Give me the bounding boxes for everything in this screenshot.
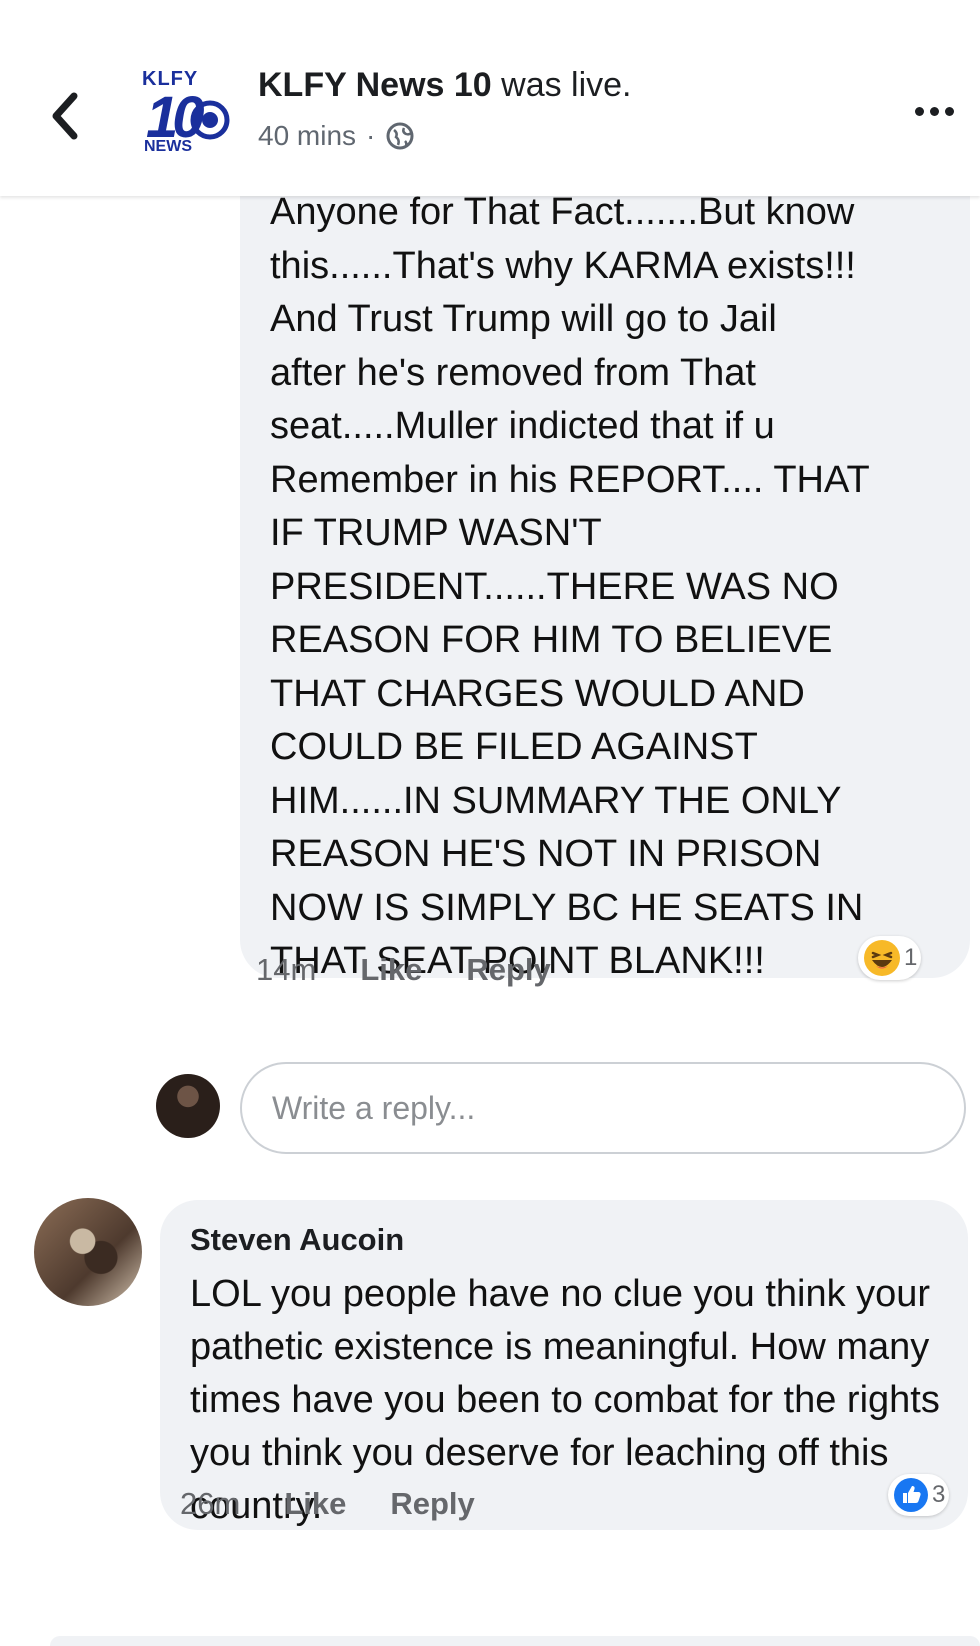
post-time[interactable]: 40 mins [258, 120, 356, 152]
comment-time[interactable]: 14m [256, 952, 316, 988]
reply-link[interactable]: Reply [390, 1486, 474, 1522]
like-link[interactable]: Like [284, 1486, 346, 1522]
reply-placeholder: Write a reply... [272, 1089, 476, 1126]
page-name-link[interactable]: KLFY News 10 [258, 66, 492, 104]
comment-actions: 14m Like Reply [256, 952, 551, 988]
reaction-count: 3 [932, 1481, 946, 1508]
like-icon [894, 1478, 928, 1512]
avatar[interactable] [34, 1198, 142, 1306]
page-logo[interactable]: KLFY 10 NEWS [138, 66, 234, 162]
post-header: KLFY 10 NEWS KLFY News 10 was live. 40 m… [0, 0, 980, 196]
post-action: was live. [491, 66, 632, 104]
avatar[interactable] [156, 1074, 220, 1138]
comment-author[interactable]: Steven Aucoin [190, 1222, 404, 1258]
next-comment-edge [50, 1636, 980, 1646]
haha-icon [864, 940, 900, 976]
logo-bottom-text: NEWS [144, 138, 192, 155]
reaction-count: 1 [904, 944, 918, 971]
like-link[interactable]: Like [360, 952, 422, 988]
more-icon[interactable] [904, 96, 964, 126]
reply-input[interactable]: Write a reply... [240, 1062, 966, 1154]
logo-eye-icon [190, 100, 230, 140]
post-title: KLFY News 10 was live. [258, 66, 632, 105]
globe-icon [386, 122, 414, 150]
reaction-summary[interactable]: 3 [888, 1474, 950, 1516]
reply-link[interactable]: Reply [466, 952, 550, 988]
comment-actions: 26m Like Reply [180, 1486, 475, 1522]
post-meta: 40 mins · [258, 120, 415, 152]
meta-separator: · [366, 120, 376, 151]
comment-time[interactable]: 26m [180, 1486, 240, 1522]
reaction-summary[interactable]: 1 [858, 936, 922, 980]
chevron-left-icon[interactable] [40, 80, 90, 150]
comment-text: Anyone for That Fact.......But know this… [270, 191, 870, 982]
